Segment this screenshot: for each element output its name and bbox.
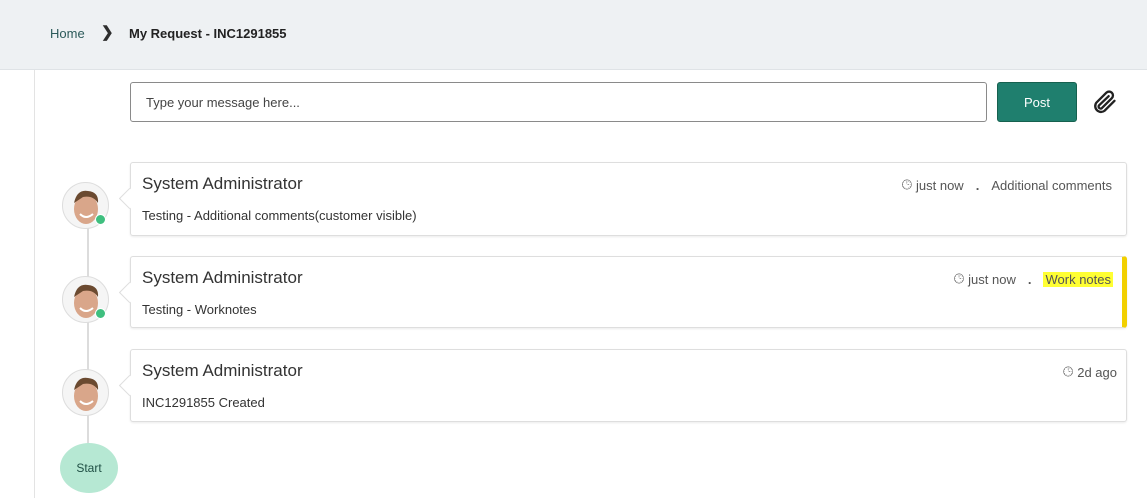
chevron-right-icon: ❯ [101, 24, 114, 41]
timestamp: just now [916, 177, 964, 193]
online-status-dot [95, 308, 106, 319]
clock-icon: 🕒︎ [901, 177, 912, 192]
breadcrumb-current: My Request - INC1291855 [129, 26, 287, 41]
clock-icon: 🕒︎ [1062, 364, 1074, 379]
author-name: System Administrator [142, 268, 303, 287]
header-bar: Home ❯ My Request - INC1291855 [0, 0, 1147, 70]
online-status-dot [95, 214, 106, 225]
timeline-start-marker: Start [60, 443, 118, 493]
activity-card: System Administrator 🕒︎ just now. Work not… [130, 256, 1127, 328]
author-name: System Administrator [142, 174, 303, 193]
clock-icon: 🕒︎ [953, 271, 965, 286]
timestamp: just now [968, 271, 1016, 287]
avatar [62, 369, 109, 416]
activity-card: System Administrator 🕒︎ 2d ago INC1291855… [130, 349, 1127, 422]
divider [34, 70, 35, 498]
entry-text: Testing - Worknotes [142, 302, 257, 317]
breadcrumb-home-link[interactable]: Home [50, 26, 85, 41]
timestamp: 2d ago [1077, 364, 1117, 380]
entry-text: Testing - Additional comments(customer v… [142, 208, 417, 223]
entry-type: Work notes [1043, 271, 1113, 287]
paperclip-icon[interactable] [1090, 88, 1118, 121]
post-button[interactable]: Post [997, 82, 1077, 122]
entry-type: Additional comments [991, 177, 1112, 193]
activity-card: System Administrator 🕒︎ just now. Addition… [130, 162, 1127, 236]
entry-text: INC1291855 Created [142, 395, 265, 410]
author-name: System Administrator [142, 361, 303, 380]
message-input[interactable] [130, 82, 987, 122]
